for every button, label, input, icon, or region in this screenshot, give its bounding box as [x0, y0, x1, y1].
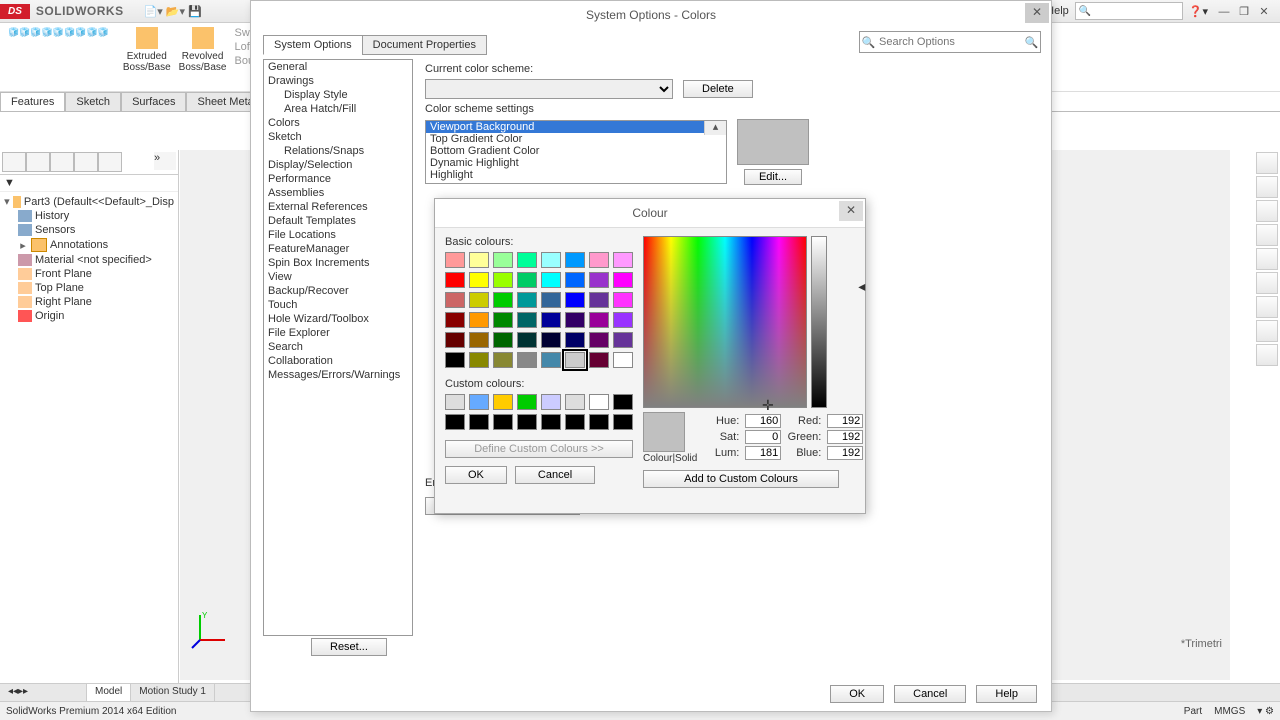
color-preview — [737, 119, 809, 165]
right-toolbar — [1254, 150, 1280, 368]
colors-category[interactable]: Colors — [264, 116, 412, 130]
custom-colours-label: Custom colours: — [445, 378, 524, 390]
document-properties-tab[interactable]: Document Properties — [362, 35, 487, 55]
tab-features[interactable]: Features — [0, 92, 65, 111]
colour-close-button[interactable]: ✕ — [839, 201, 863, 221]
help-button[interactable]: Help — [976, 685, 1037, 703]
search-go-icon[interactable]: 🔍 — [1023, 36, 1040, 49]
colour-solid-preview — [643, 412, 685, 452]
help-search[interactable]: 🔍 — [1075, 2, 1183, 20]
help-icon[interactable]: ❓▾ — [1189, 5, 1208, 18]
colour-gradient[interactable]: ✛ — [643, 236, 807, 408]
feature-manager: » ▼ ▾Part3 (Default<<Default>_Disp Histo… — [0, 150, 179, 690]
options-title: System Options - Colors — [586, 8, 716, 22]
colour-dialog: Colour ✕ Basic colours: Custom colours: … — [434, 198, 866, 514]
reset-button[interactable]: Reset... — [311, 638, 387, 656]
color-settings-list[interactable]: Viewport Background Top Gradient Color B… — [425, 120, 727, 184]
extruded-boss-cmd[interactable]: Extruded Boss/Base — [123, 27, 171, 73]
tree-root[interactable]: Part3 (Default<<Default>_Disp — [24, 196, 174, 208]
model-tab[interactable]: Model — [87, 684, 131, 702]
trimetric-label: *Trimetri — [1181, 638, 1222, 650]
delete-button[interactable]: Delete — [683, 80, 753, 98]
colour-solid-label: Colour|Solid — [643, 453, 697, 464]
hue-input[interactable] — [745, 414, 781, 428]
close-icon[interactable]: ✕ — [1254, 5, 1274, 18]
fm-tab-5[interactable] — [98, 152, 122, 172]
basic-colours-label: Basic colours: — [445, 236, 513, 248]
current-scheme-label: Current color scheme: — [425, 63, 1039, 75]
minimize-icon[interactable]: — — [1214, 6, 1234, 18]
color-scheme-settings-label: Color scheme settings — [425, 103, 1039, 115]
tree-rightplane[interactable]: Right Plane — [35, 296, 92, 308]
ok-button[interactable]: OK — [830, 685, 884, 703]
motion-tab[interactable]: Motion Study 1 — [131, 684, 215, 702]
options-search-input[interactable] — [877, 35, 1023, 49]
options-categories[interactable]: General Drawings Display Style Area Hatc… — [263, 59, 413, 636]
colour-title: Colour — [632, 206, 667, 220]
sat-input[interactable] — [745, 430, 781, 444]
cancel-button[interactable]: Cancel — [894, 685, 966, 703]
status-edition: SolidWorks Premium 2014 x64 Edition — [6, 706, 176, 717]
tree-history[interactable]: History — [35, 210, 69, 222]
tab-sketch[interactable]: Sketch — [65, 92, 121, 111]
options-search[interactable]: 🔍 🔍 — [859, 31, 1041, 53]
system-options-tab[interactable]: System Options — [263, 35, 363, 55]
restore-icon[interactable]: ❐ — [1234, 5, 1254, 18]
tab-surfaces[interactable]: Surfaces — [121, 92, 186, 111]
tree-topplane[interactable]: Top Plane — [35, 282, 84, 294]
define-custom-button: Define Custom Colours >> — [445, 440, 633, 458]
red-input[interactable] — [827, 414, 863, 428]
colour-cancel-button[interactable]: Cancel — [515, 466, 595, 484]
fm-tab-1[interactable] — [2, 152, 26, 172]
fm-filter[interactable]: ▼ — [0, 175, 178, 192]
triad-icon: Y — [190, 610, 230, 650]
colour-ok-button[interactable]: OK — [445, 466, 507, 484]
green-input[interactable] — [827, 430, 863, 444]
tree-origin[interactable]: Origin — [35, 310, 64, 322]
svg-text:Y: Y — [202, 611, 208, 620]
scroll-up-icon[interactable]: ▴ — [704, 121, 726, 135]
luminance-arrow-icon: ◂ — [858, 278, 865, 295]
basic-palette[interactable] — [445, 252, 633, 368]
custom-palette[interactable] — [445, 394, 633, 430]
lum-input[interactable] — [745, 446, 781, 460]
edit-color-button[interactable]: Edit... — [744, 169, 802, 185]
tree-sensors[interactable]: Sensors — [35, 224, 75, 236]
tree-annotations[interactable]: Annotations — [50, 239, 108, 251]
revolved-boss-cmd[interactable]: Revolved Boss/Base — [179, 27, 227, 73]
tree-material[interactable]: Material <not specified> — [35, 254, 152, 266]
fm-tab-3[interactable] — [50, 152, 74, 172]
blue-input[interactable] — [827, 446, 863, 460]
add-to-custom-button[interactable]: Add to Custom Colours — [643, 470, 839, 488]
tree-frontplane[interactable]: Front Plane — [35, 268, 92, 280]
luminance-slider[interactable] — [811, 236, 827, 408]
brand-logo: DS — [0, 4, 30, 19]
fm-tab-4[interactable] — [74, 152, 98, 172]
color-scheme-select[interactable] — [425, 79, 673, 99]
app-name: SOLIDWORKS — [36, 4, 124, 18]
fm-tab-2[interactable] — [26, 152, 50, 172]
options-close-button[interactable]: ✕ — [1025, 3, 1049, 23]
search-icon: 🔍 — [860, 36, 877, 49]
